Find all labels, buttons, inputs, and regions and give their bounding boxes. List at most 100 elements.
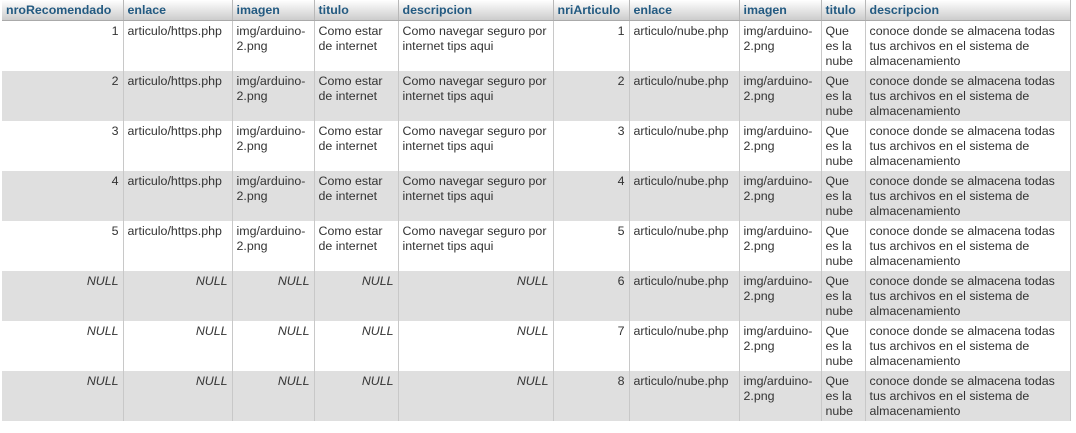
cell-nriArticulo[interactable]: 3	[553, 120, 630, 171]
cell-enlace[interactable]: articulo/https.php	[123, 220, 233, 271]
cell-descripcion-2[interactable]: conoce donde se almacena todas tus archi…	[865, 20, 1071, 71]
cell-titulo[interactable]: Como estar de internet	[314, 70, 399, 121]
cell-descripcion[interactable]: NULL	[398, 270, 554, 321]
cell-enlace[interactable]: articulo/https.php	[123, 20, 233, 71]
cell-imagen-2[interactable]: img/arduino-2.png	[739, 120, 822, 171]
cell-titulo[interactable]: Como estar de internet	[314, 120, 399, 171]
cell-titulo[interactable]: NULL	[314, 270, 399, 321]
cell-titulo-2[interactable]: Que es la nube	[821, 70, 866, 121]
cell-titulo-2[interactable]: Que es la nube	[821, 320, 866, 371]
table-row[interactable]: 1 articulo/https.php img/arduino-2.png Como…	[2, 20, 1071, 71]
cell-titulo[interactable]: NULL	[314, 320, 399, 371]
header-row: nroRecomendado enlace imagen titulo desc…	[2, 0, 1071, 21]
cell-titulo-2[interactable]: Que es la nube	[821, 220, 866, 271]
cell-nroRecomendado[interactable]: 3	[2, 120, 124, 171]
cell-imagen[interactable]: img/arduino-2.png	[232, 70, 315, 121]
cell-imagen[interactable]: img/arduino-2.png	[232, 220, 315, 271]
cell-titulo-2[interactable]: Que es la nube	[821, 170, 866, 221]
cell-imagen[interactable]: img/arduino-2.png	[232, 120, 315, 171]
cell-descripcion-2[interactable]: conoce donde se almacena todas tus archi…	[865, 370, 1071, 421]
cell-descripcion[interactable]: Como navegar seguro por internet tips aq…	[398, 20, 554, 71]
column-header-enlace[interactable]: enlace	[123, 0, 233, 21]
cell-enlace[interactable]: NULL	[123, 320, 233, 371]
cell-nroRecomendado[interactable]: 5	[2, 220, 124, 271]
table-row[interactable]: 5 articulo/https.php img/arduino-2.png Como…	[2, 220, 1071, 271]
table-row[interactable]: NULL NULL NULL NULL NULL 8 articulo/nube.php im…	[2, 370, 1071, 421]
cell-descripcion[interactable]: Como navegar seguro por internet tips aq…	[398, 70, 554, 121]
cell-enlace-2[interactable]: articulo/nube.php	[629, 70, 740, 121]
cell-enlace-2[interactable]: articulo/nube.php	[629, 170, 740, 221]
cell-descripcion-2[interactable]: conoce donde se almacena todas tus archi…	[865, 120, 1071, 171]
cell-nroRecomendado[interactable]: NULL	[2, 320, 124, 371]
table-row[interactable]: 2 articulo/https.php img/arduino-2.png Como…	[2, 70, 1071, 121]
cell-imagen[interactable]: NULL	[232, 370, 315, 421]
cell-enlace-2[interactable]: articulo/nube.php	[629, 220, 740, 271]
cell-enlace[interactable]: NULL	[123, 270, 233, 321]
cell-titulo-2[interactable]: Que es la nube	[821, 270, 866, 321]
column-header-nroRecomendado[interactable]: nroRecomendado	[2, 0, 124, 21]
cell-descripcion[interactable]: Como navegar seguro por internet tips aq…	[398, 170, 554, 221]
table-row[interactable]: NULL NULL NULL NULL NULL 7 articulo/nube.php im…	[2, 320, 1071, 371]
cell-nroRecomendado[interactable]: NULL	[2, 370, 124, 421]
cell-descripcion[interactable]: NULL	[398, 320, 554, 371]
cell-nriArticulo[interactable]: 7	[553, 320, 630, 371]
cell-titulo[interactable]: Como estar de internet	[314, 170, 399, 221]
column-header-descripcion[interactable]: descripcion	[398, 0, 554, 21]
cell-descripcion-2[interactable]: conoce donde se almacena todas tus archi…	[865, 320, 1071, 371]
cell-titulo[interactable]: NULL	[314, 370, 399, 421]
cell-enlace-2[interactable]: articulo/nube.php	[629, 20, 740, 71]
column-header-enlace-2[interactable]: enlace	[629, 0, 740, 21]
table-row[interactable]: NULL NULL NULL NULL NULL 6 articulo/nube.php im…	[2, 270, 1071, 321]
cell-descripcion[interactable]: Como navegar seguro por internet tips aq…	[398, 120, 554, 171]
cell-enlace-2[interactable]: articulo/nube.php	[629, 370, 740, 421]
cell-titulo-2[interactable]: Que es la nube	[821, 20, 866, 71]
cell-enlace[interactable]: NULL	[123, 370, 233, 421]
cell-imagen-2[interactable]: img/arduino-2.png	[739, 20, 822, 71]
cell-imagen-2[interactable]: img/arduino-2.png	[739, 270, 822, 321]
cell-titulo-2[interactable]: Que es la nube	[821, 120, 866, 171]
cell-enlace-2[interactable]: articulo/nube.php	[629, 270, 740, 321]
cell-titulo-2[interactable]: Que es la nube	[821, 370, 866, 421]
cell-enlace[interactable]: articulo/https.php	[123, 170, 233, 221]
column-header-nriArticulo[interactable]: nriArticulo	[553, 0, 630, 21]
cell-descripcion-2[interactable]: conoce donde se almacena todas tus archi…	[865, 70, 1071, 121]
cell-nroRecomendado[interactable]: NULL	[2, 270, 124, 321]
cell-titulo[interactable]: Como estar de internet	[314, 20, 399, 71]
cell-nroRecomendado[interactable]: 2	[2, 70, 124, 121]
cell-nriArticulo[interactable]: 6	[553, 270, 630, 321]
cell-enlace-2[interactable]: articulo/nube.php	[629, 120, 740, 171]
cell-nroRecomendado[interactable]: 4	[2, 170, 124, 221]
cell-imagen-2[interactable]: img/arduino-2.png	[739, 70, 822, 121]
column-header-descripcion-2[interactable]: descripcion	[865, 0, 1071, 21]
cell-imagen[interactable]: img/arduino-2.png	[232, 20, 315, 71]
cell-titulo[interactable]: Como estar de internet	[314, 220, 399, 271]
cell-imagen-2[interactable]: img/arduino-2.png	[739, 370, 822, 421]
cell-imagen[interactable]: NULL	[232, 270, 315, 321]
cell-descripcion[interactable]: Como navegar seguro por internet tips aq…	[398, 220, 554, 271]
table-row[interactable]: 4 articulo/https.php img/arduino-2.png Como…	[2, 170, 1071, 221]
column-header-titulo-2[interactable]: titulo	[821, 0, 866, 21]
cell-imagen-2[interactable]: img/arduino-2.png	[739, 220, 822, 271]
cell-descripcion[interactable]: NULL	[398, 370, 554, 421]
cell-imagen-2[interactable]: img/arduino-2.png	[739, 320, 822, 371]
cell-enlace[interactable]: articulo/https.php	[123, 120, 233, 171]
table-row[interactable]: 3 articulo/https.php img/arduino-2.png Como…	[2, 120, 1071, 171]
cell-imagen[interactable]: img/arduino-2.png	[232, 170, 315, 221]
table-body: 1 articulo/https.php img/arduino-2.png Como…	[2, 20, 1071, 421]
cell-nroRecomendado[interactable]: 1	[2, 20, 124, 71]
cell-enlace-2[interactable]: articulo/nube.php	[629, 320, 740, 371]
cell-imagen-2[interactable]: img/arduino-2.png	[739, 170, 822, 221]
cell-nriArticulo[interactable]: 8	[553, 370, 630, 421]
cell-descripcion-2[interactable]: conoce donde se almacena todas tus archi…	[865, 170, 1071, 221]
cell-nriArticulo[interactable]: 5	[553, 220, 630, 271]
cell-descripcion-2[interactable]: conoce donde se almacena todas tus archi…	[865, 270, 1071, 321]
cell-nriArticulo[interactable]: 1	[553, 20, 630, 71]
column-header-imagen-2[interactable]: imagen	[739, 0, 822, 21]
column-header-titulo[interactable]: titulo	[314, 0, 399, 21]
cell-imagen[interactable]: NULL	[232, 320, 315, 371]
cell-enlace[interactable]: articulo/https.php	[123, 70, 233, 121]
cell-descripcion-2[interactable]: conoce donde se almacena todas tus archi…	[865, 220, 1071, 271]
cell-nriArticulo[interactable]: 2	[553, 70, 630, 121]
column-header-imagen[interactable]: imagen	[232, 0, 315, 21]
cell-nriArticulo[interactable]: 4	[553, 170, 630, 221]
